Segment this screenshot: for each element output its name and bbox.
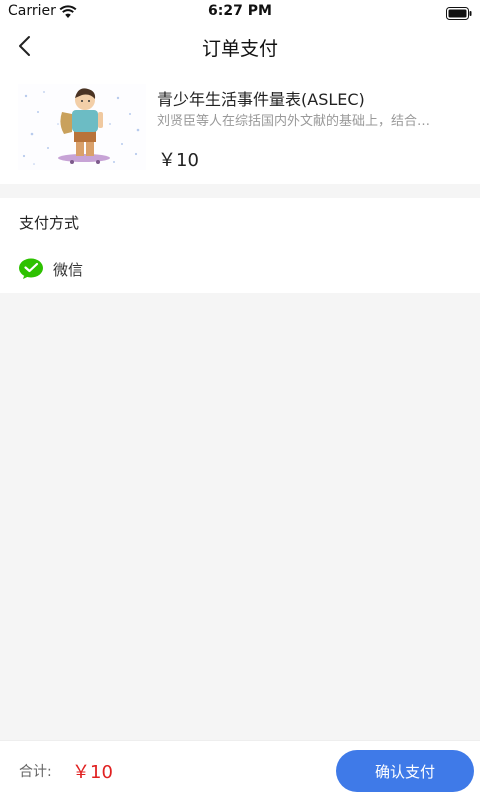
payment-option-label: 微信	[53, 260, 84, 279]
wechat-icon	[19, 258, 43, 280]
clock-time: 6:27 PM	[208, 3, 272, 19]
total-amount: ￥10	[72, 762, 113, 783]
bottom-bar: 合计: ￥10 确认支付	[0, 740, 480, 800]
payment-method-section: 支付方式 微信	[0, 198, 480, 293]
product-description: 刘贤臣等人在综括国内外文献的基础上，结合…	[157, 114, 431, 129]
status-bar: Carrier 6:27 PM	[0, 0, 480, 24]
payment-option-wechat[interactable]: 微信	[19, 256, 83, 282]
confirm-payment-button[interactable]: 确认支付	[336, 750, 474, 792]
product-image	[18, 84, 146, 170]
total-label: 合计:	[19, 764, 52, 780]
product-title: 青少年生活事件量表(ASLEC)	[157, 90, 365, 109]
payment-method-heading: 支付方式	[19, 214, 80, 232]
product-price: ￥10	[158, 150, 199, 171]
product-card[interactable]: 青少年生活事件量表(ASLEC) 刘贤臣等人在综括国内外文献的基础上，结合… ￥…	[0, 68, 480, 184]
page-title: 订单支付	[201, 38, 278, 60]
nav-bar: 订单支付	[0, 24, 480, 68]
battery-icon	[446, 5, 472, 24]
